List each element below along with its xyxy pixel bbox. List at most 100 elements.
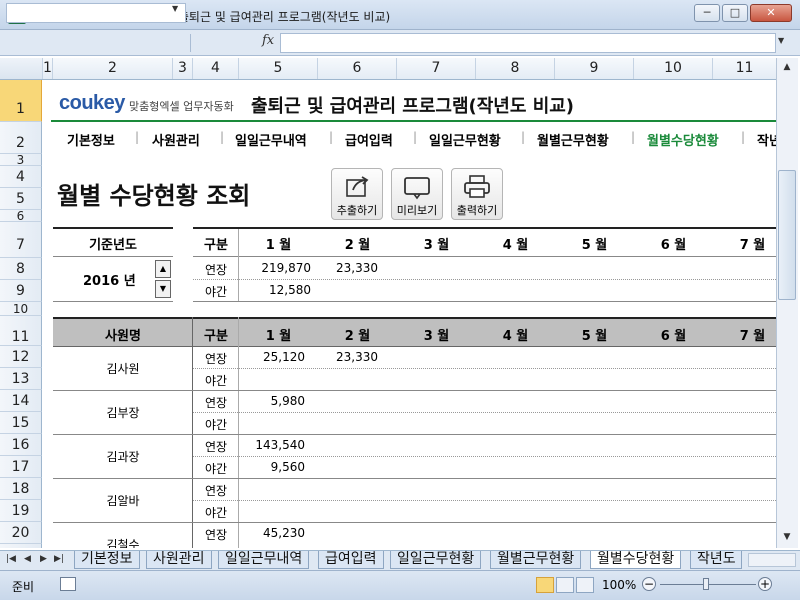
print-button[interactable]: 출력하기	[451, 168, 503, 220]
nav-employee-mgmt[interactable]: 사원관리	[152, 130, 200, 149]
row-header[interactable]: 19	[0, 500, 42, 522]
column-header[interactable]: 3	[173, 58, 193, 79]
table-border	[53, 227, 173, 229]
row-header[interactable]: 7	[0, 222, 42, 258]
row-header[interactable]: 1	[0, 80, 42, 122]
detail-value: 25,120	[263, 350, 305, 364]
year-down-button[interactable]: ▼	[155, 280, 171, 298]
macro-record-icon[interactable]	[60, 577, 76, 591]
zoom-out-icon[interactable]: −	[642, 577, 656, 591]
row-header[interactable]: 18	[0, 478, 42, 500]
sheet-tab-active[interactable]: 월별수당현황	[590, 551, 682, 569]
row-header[interactable]: 4	[0, 166, 42, 188]
last-sheet-icon[interactable]: ▶|	[54, 554, 64, 564]
column-header[interactable]: 4	[193, 58, 239, 79]
export-button[interactable]: 추출하기	[331, 168, 383, 220]
column-header[interactable]: 9	[555, 58, 634, 79]
column-header[interactable]: 5	[239, 58, 318, 79]
sheet-tab[interactable]: 일일근무내역	[218, 551, 310, 569]
row-header[interactable]: 16	[0, 434, 42, 456]
column-header[interactable]: 2	[53, 58, 173, 79]
row-header[interactable]: 17	[0, 456, 42, 478]
nav-daily-status[interactable]: 일일근무현황	[429, 130, 501, 149]
header-divider	[51, 120, 776, 122]
employee-name: 김과장	[106, 450, 140, 464]
nav-monthly-status[interactable]: 월별근무현황	[537, 130, 609, 149]
sheet-tab[interactable]: 일일근무현황	[390, 551, 482, 569]
first-sheet-icon[interactable]: |◀	[6, 554, 16, 564]
row-header[interactable]: 5	[0, 188, 42, 210]
close-button[interactable]: ✕	[750, 4, 792, 22]
nav-daily-work[interactable]: 일일근무내역	[235, 130, 307, 149]
row-header[interactable]: 6	[0, 210, 42, 222]
zoom-level[interactable]: 100%	[602, 578, 636, 592]
nav-monthly-allowance[interactable]: 월별수당현황	[647, 130, 719, 149]
column-header[interactable]: 8	[476, 58, 555, 79]
detail-month-header: 7 월	[739, 329, 766, 344]
scrollbar-thumb[interactable]	[778, 170, 796, 300]
sheet-tab[interactable]: 월별근무현황	[490, 551, 582, 569]
select-all-corner[interactable]	[0, 58, 43, 79]
detail-month-header: 2 월	[344, 329, 371, 344]
expand-formula-icon[interactable]: ▼	[778, 36, 784, 45]
sheet-tab[interactable]: 급여입력	[318, 551, 384, 569]
row-header[interactable]: 10	[0, 302, 42, 316]
row-header[interactable]: 21	[0, 544, 42, 548]
nav-basic-info[interactable]: 기본정보	[67, 130, 115, 149]
formula-input[interactable]	[280, 33, 776, 53]
summary-value: 23,330	[336, 261, 378, 275]
vertical-scrollbar[interactable]	[776, 58, 798, 548]
detail-value: 5,980	[270, 394, 305, 408]
page-layout-icon[interactable]	[556, 577, 574, 593]
row-divider	[193, 368, 776, 369]
detail-type: 연장	[204, 484, 228, 498]
row-header[interactable]: 2	[0, 122, 42, 154]
scroll-up-icon[interactable]: ▲	[779, 62, 795, 76]
sheet-tab[interactable]: 사원관리	[146, 551, 212, 569]
column-header[interactable]: 7	[397, 58, 476, 79]
year-up-button[interactable]: ▲	[155, 260, 171, 278]
nav-last-year[interactable]: 작년	[757, 130, 776, 149]
detail-month-header: 1 월	[265, 329, 292, 344]
normal-view-icon[interactable]	[536, 577, 554, 593]
prev-sheet-icon[interactable]: ◀	[24, 554, 31, 564]
row-header[interactable]: 11	[0, 316, 42, 346]
preview-button[interactable]: 미리보기	[391, 168, 443, 220]
horizontal-scrollbar[interactable]	[748, 553, 796, 567]
year-value[interactable]: 2016 년	[83, 270, 136, 289]
row-divider	[53, 390, 776, 391]
row-header[interactable]: 9	[0, 280, 42, 302]
row-header[interactable]: 8	[0, 258, 42, 280]
sheet-tab[interactable]: 작년도	[690, 551, 742, 569]
row-divider	[193, 500, 776, 501]
column-header[interactable]: 1	[43, 58, 53, 79]
minimize-button[interactable]: ─	[694, 4, 720, 22]
summary-month-header: 7 월	[739, 238, 766, 253]
zoom-in-icon[interactable]: +	[758, 577, 772, 591]
scroll-down-icon[interactable]: ▼	[779, 532, 795, 546]
detail-name-header: 사원명	[105, 329, 141, 344]
row-header[interactable]: 14	[0, 390, 42, 412]
column-header[interactable]: 10	[634, 58, 713, 79]
row-header[interactable]: 3	[0, 154, 42, 166]
employee-name: 김알바	[106, 494, 140, 508]
name-box[interactable]	[6, 3, 186, 23]
row-header[interactable]: 12	[0, 346, 42, 368]
next-sheet-icon[interactable]: ▶	[40, 554, 47, 564]
chevron-down-icon[interactable]: ▼	[172, 4, 178, 13]
formula-splitter[interactable]	[190, 34, 202, 52]
column-header[interactable]: 11	[713, 58, 776, 79]
sheet-tab[interactable]: 기본정보	[74, 551, 140, 569]
insert-function-button[interactable]: fx	[262, 33, 274, 48]
nav-pay-input[interactable]: 급여입력	[345, 130, 393, 149]
restore-button[interactable]: □	[722, 4, 748, 22]
row-header[interactable]: 20	[0, 522, 42, 544]
column-header[interactable]: 6	[318, 58, 397, 79]
sheet-grid[interactable]: coukey 맞춤형엑셀 업무자동화 출퇴근 및 급여관리 프로그램(작년도 비…	[43, 80, 776, 548]
row-divider	[53, 522, 776, 523]
row-header[interactable]: 15	[0, 412, 42, 434]
row-header[interactable]: 13	[0, 368, 42, 390]
zoom-slider-thumb[interactable]	[703, 578, 709, 590]
page-break-icon[interactable]	[576, 577, 594, 593]
detail-value: 9,560	[270, 460, 305, 474]
